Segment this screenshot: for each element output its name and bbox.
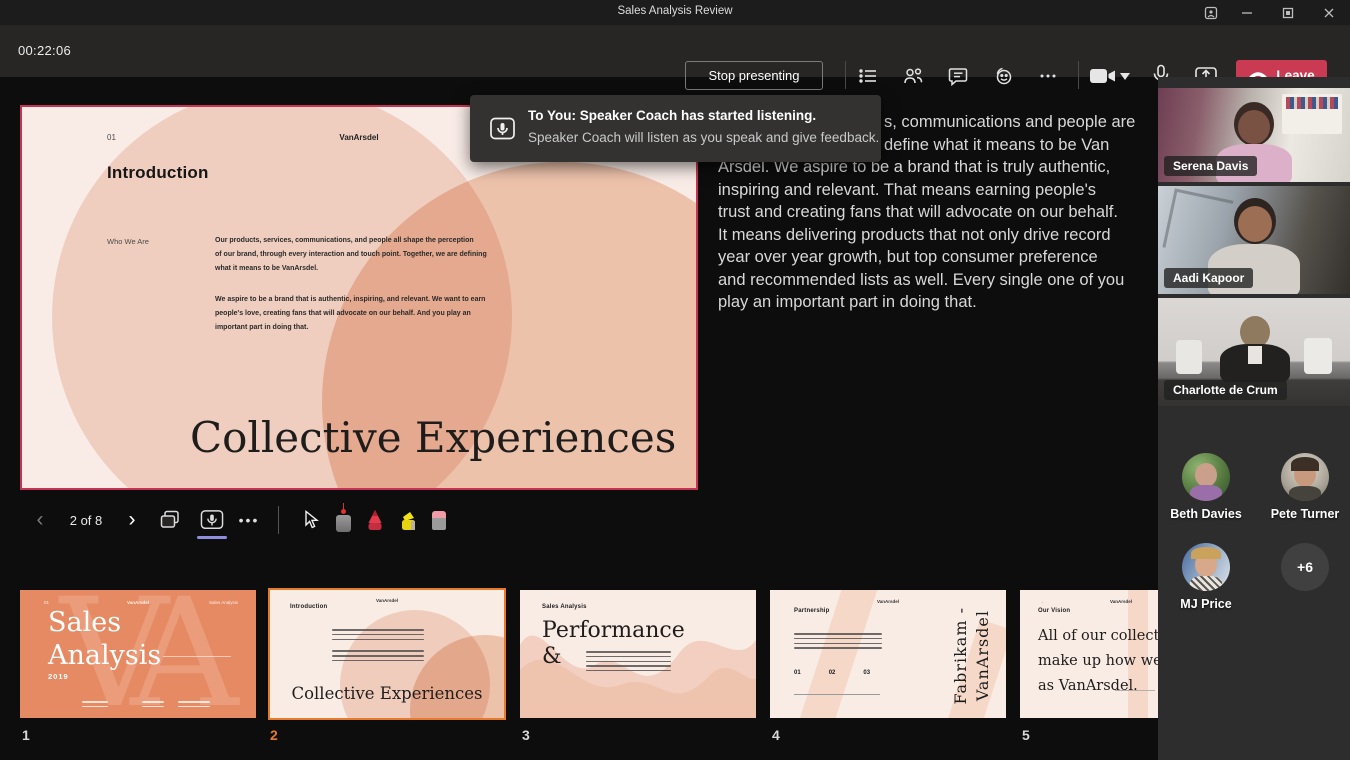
window-title: Sales Analysis Review [0,5,1350,17]
all-slides-button[interactable] [155,500,185,540]
popout-icon[interactable] [1200,3,1222,22]
slide-body-paragraph: Our products, services, communications, … [215,234,487,276]
thumb1-title: Sales Analysis [48,606,161,672]
thumb5-text: All of our collective make up how we co … [1038,624,1158,699]
nav-divider [278,506,279,534]
camera-dropdown-icon[interactable] [1119,64,1131,88]
toast-subtitle: Speaker Coach will listen as you speak a… [528,130,879,145]
thumb3-title-line2: & [542,644,562,669]
teams-meeting-window: Sales Analysis Review 00:22:06 Stop pres… [0,0,1350,760]
meeting-toolbar: 00:22:06 Stop presenting [0,25,1350,77]
thumb3-title-line1: Performance [542,618,685,643]
select-cursor-button[interactable] [298,500,324,540]
participants-panel: Serena Davis Aadi Kapoor Charlotte de Cr… [1158,77,1350,760]
presenter-nav-bar: ‹ 2 of 8 › ••• [0,500,700,544]
thumb4-steps: 01 02 03 [794,670,870,676]
active-tool-underline [197,536,227,539]
slide-body-paragraph: We aspire to be a brand that is authenti… [215,293,485,335]
thumb3-header: Sales Analysis [542,604,587,610]
slide-heading: Introduction [107,163,209,183]
reactions-icon[interactable] [991,64,1015,88]
participant-name-badge: Aadi Kapoor [1164,268,1253,288]
avatar-pete-turner[interactable] [1281,453,1329,501]
avatar-beth-davies[interactable] [1182,453,1230,501]
slide-title: Collective Experiences [190,413,676,462]
speaker-coach-toast[interactable]: To You: Speaker Coach has started listen… [470,95,881,162]
thumb1-header-right: Sales Analysis [209,600,238,605]
chat-icon[interactable] [946,64,970,88]
thumb4-side-title: Fabrikam - VanArsdel [951,604,992,708]
minimize-button[interactable] [1236,3,1258,22]
thumb4-heading: Partnership [794,608,830,614]
previous-slide-button[interactable]: ‹ [30,500,50,540]
next-slide-button[interactable]: › [122,500,142,540]
highlighter-button[interactable] [394,500,422,540]
thumb2-title: Collective Experiences [270,684,504,703]
more-options-icon[interactable] [1036,64,1060,88]
thumbnail-number-4: 4 [772,727,780,743]
laser-pointer-button[interactable] [330,500,356,540]
video-tile-aadi[interactable]: Aadi Kapoor [1158,186,1350,294]
slide-position: 2 of 8 [58,500,114,540]
thumbnail-slide-4[interactable]: VanArsdel Partnership 01 02 03 Fabrikam … [770,590,1006,718]
toolbar-divider [1078,61,1079,89]
stop-presenting-button[interactable]: Stop presenting [685,61,823,90]
thumbnail-number-3: 3 [522,727,530,743]
thumbnail-slide-3[interactable]: Sales Analysis Performance & [520,590,756,718]
people-icon[interactable] [901,64,925,88]
thumb2-heading: Introduction [290,604,327,610]
thumbnail-number-1: 1 [22,727,30,743]
eraser-button[interactable] [426,500,452,540]
thumb5-heading: Our Vision [1038,608,1070,614]
avatar-mj-price[interactable] [1182,543,1230,591]
red-pen-button[interactable] [362,500,388,540]
toolbar-divider [845,61,846,89]
maximize-button[interactable] [1277,3,1299,22]
avatar-name: Beth Davies [1151,507,1261,521]
window-titlebar: Sales Analysis Review [0,0,1350,25]
presented-slide[interactable]: 01 VanArsdel Introduction Who We Are Our… [20,105,698,490]
thumbnail-slide-1[interactable]: VA 01 VanArsdel Sales Analysis Sales Ana… [20,590,256,718]
participant-name-badge: Charlotte de Crum [1164,380,1287,400]
speaker-coach-icon [489,115,516,147]
meeting-timer: 00:22:06 [18,43,71,58]
thumbnail-slide-2-selected[interactable]: VanArsdel Introduction Collective Experi… [268,588,506,720]
more-tools-button[interactable]: ••• [234,500,264,540]
thumbnail-slide-5[interactable]: . VanArsdel Our Vision All of our collec… [1020,590,1158,718]
avatar-name: Pete Turner [1250,507,1350,521]
thumbnail-number-2: 2 [270,727,278,743]
slide-kicker: Who We Are [107,237,149,246]
participant-name-badge: Serena Davis [1164,156,1257,176]
speaker-coach-button[interactable] [196,500,228,540]
toast-title: To You: Speaker Coach has started listen… [528,108,816,123]
close-button[interactable] [1318,3,1340,22]
overflow-participants-badge[interactable]: +6 [1281,543,1329,591]
thumb2-brand: VanArsdel [270,598,504,603]
video-tile-serena[interactable]: Serena Davis [1158,88,1350,182]
list-icon[interactable] [856,64,880,88]
video-tile-charlotte[interactable]: Charlotte de Crum [1158,298,1350,406]
avatar-name: MJ Price [1151,597,1261,611]
thumb1-year: 2019 [48,672,69,681]
thumbnail-number-5: 5 [1022,727,1030,743]
camera-icon[interactable] [1088,64,1118,88]
